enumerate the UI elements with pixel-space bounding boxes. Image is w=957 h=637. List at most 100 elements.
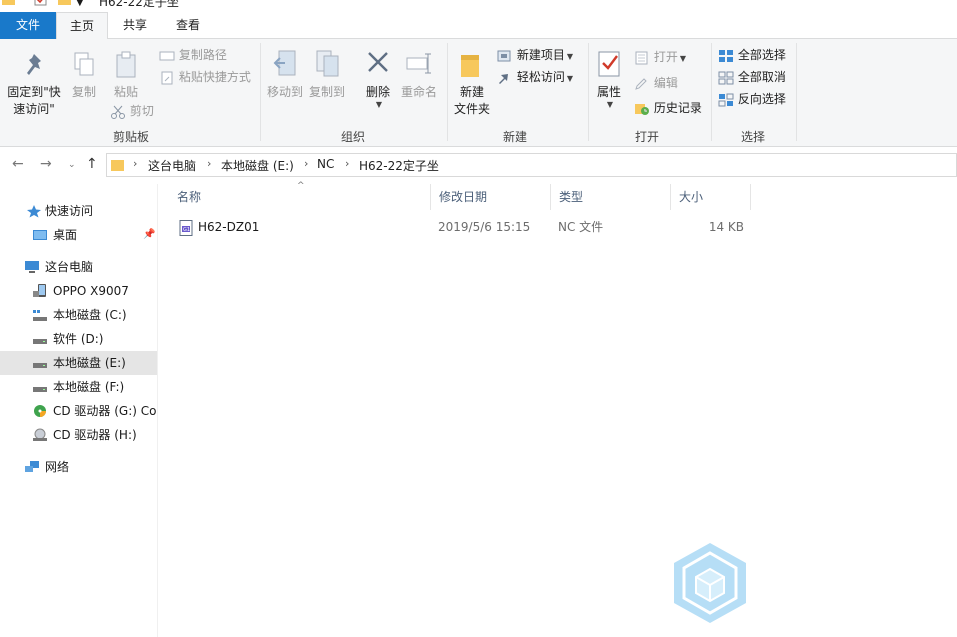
pin-icon[interactable]: 📌 — [143, 223, 155, 247]
properties-quick-icon[interactable] — [34, 0, 48, 9]
copy-path-label: 复制路径 — [178, 48, 227, 62]
back-arrow-icon[interactable]: ← — [12, 156, 24, 172]
properties-button[interactable]: 属性 ▼ — [592, 49, 626, 113]
new-item-button[interactable]: 新建项目 ▼ — [497, 45, 573, 65]
cut-label: 剪切 — [129, 104, 154, 118]
breadcrumb-separator-icon: › — [133, 157, 138, 170]
select-all-button[interactable]: 全部选择 — [718, 45, 786, 65]
sidebar-item-network[interactable]: 网络 — [0, 455, 157, 479]
invert-selection-icon — [718, 93, 734, 106]
edit-icon — [635, 77, 647, 90]
sidebar-item-drive-f[interactable]: 本地磁盘 (F:) — [0, 375, 157, 399]
move-to-button[interactable]: 移动到 — [265, 49, 305, 101]
easy-access-label: 轻松访问 — [516, 70, 565, 84]
drive-icon — [33, 363, 47, 368]
group-label-clipboard: 剪贴板 — [112, 130, 149, 144]
file-name: H62-DZ01 — [198, 220, 260, 234]
paste-button[interactable]: 粘贴 — [110, 51, 142, 101]
select-none-button[interactable]: 全部取消 — [718, 67, 786, 87]
sidebar-item-oppo-x9007[interactable]: OPPO X9007 — [0, 279, 157, 303]
open-icon — [635, 51, 648, 64]
new-item-icon — [497, 50, 511, 61]
copy-to-button[interactable]: 复制到 — [307, 49, 347, 101]
sidebar-item-label: 本地磁盘 (E:) — [53, 356, 126, 370]
group-label-new: 新建 — [502, 130, 527, 144]
sidebar-item-desktop[interactable]: 桌面 📌 — [0, 223, 157, 247]
column-header-size[interactable]: 大小 — [671, 184, 751, 210]
tab-view[interactable]: 查看 — [162, 12, 214, 39]
address-bar[interactable]: › 这台电脑 › 本地磁盘 (E:) › NC › H62-22定子坐 — [106, 153, 957, 177]
move-to-label: 移动到 — [266, 85, 303, 99]
group-label-select: 选择 — [740, 130, 765, 144]
copy-to-icon — [316, 50, 339, 77]
paste-shortcut-icon — [161, 71, 173, 84]
breadcrumb-separator-icon: › — [304, 157, 309, 170]
phone-icon — [33, 284, 46, 297]
pin-label-line1: 固定到"快 — [7, 85, 61, 99]
cd-drive-icon — [33, 428, 47, 441]
new-folder-quick-icon[interactable] — [58, 0, 72, 9]
star-icon — [27, 205, 41, 218]
open-button[interactable]: 打开 ▼ — [634, 47, 686, 67]
ribbon-separator — [796, 43, 797, 141]
sidebar-item-label: 快速访问 — [45, 204, 94, 218]
chevron-down-icon: ▼ — [679, 54, 686, 63]
delete-button[interactable]: 删除 ▼ — [360, 49, 396, 113]
paste-shortcut-button[interactable]: 粘贴快捷方式 — [159, 67, 251, 87]
file-date: 2019/5/6 15:15 — [438, 220, 531, 234]
sidebar-item-label: CD 驱动器 (G:) Col — [53, 404, 157, 418]
invert-selection-label: 反向选择 — [737, 92, 786, 106]
sidebar-item-drive-e[interactable]: 本地磁盘 (E:) — [0, 351, 157, 375]
drive-icon — [33, 339, 47, 344]
sidebar-item-label: 桌面 — [53, 228, 78, 242]
rename-button[interactable]: 重命名 — [398, 49, 440, 101]
easy-access-button[interactable]: 轻松访问 ▼ — [497, 67, 573, 87]
paste-label: 粘贴 — [113, 85, 138, 99]
edit-button[interactable]: 编辑 — [634, 73, 678, 93]
history-label: 历史记录 — [653, 101, 702, 115]
tab-home[interactable]: 主页 — [56, 12, 108, 40]
scissors-icon — [111, 105, 125, 119]
copy-to-label: 复制到 — [308, 85, 345, 99]
svg-text:G1: G1 — [183, 227, 190, 233]
paste-shortcut-label: 粘贴快捷方式 — [178, 70, 251, 84]
breadcrumb-item-this-pc[interactable]: 这台电脑 — [148, 157, 196, 174]
file-list: ^ 名称 修改日期 类型 大小 G1 H62-DZ01 2019/5/6 15:… — [159, 181, 957, 637]
sidebar-item-cd-drive-h[interactable]: CD 驱动器 (H:) — [0, 423, 157, 447]
breadcrumb-item-drive-e[interactable]: 本地磁盘 (E:) — [221, 157, 294, 174]
ribbon: 固定到"快 速访问" 复制 粘贴 复制路径 粘贴快捷方式 剪切 剪贴板 移动到 … — [0, 39, 957, 147]
copy-path-button[interactable]: 复制路径 — [159, 45, 227, 65]
cube-logo-icon — [674, 543, 746, 623]
tab-share[interactable]: 共享 — [110, 12, 160, 39]
tab-file[interactable]: 文件 — [0, 12, 56, 39]
sidebar-item-label: 本地磁盘 (C:) — [53, 308, 127, 322]
copy-button[interactable]: 复制 — [68, 51, 100, 101]
breadcrumb-item-nc[interactable]: NC — [317, 157, 334, 171]
drive-icon — [33, 387, 47, 392]
properties-icon — [598, 51, 620, 77]
move-to-icon — [273, 50, 296, 76]
history-button[interactable]: 历史记录 — [634, 98, 702, 118]
sidebar-item-quick-access[interactable]: 快速访问 — [0, 199, 157, 223]
up-arrow-icon[interactable]: ↑ — [86, 156, 98, 172]
quick-access-dropdown-icon[interactable]: ▼ — [76, 0, 84, 8]
sidebar-item-drive-d[interactable]: 软件 (D:) — [0, 327, 157, 351]
pin-to-quick-access-button[interactable]: 固定到"快 速访问" — [4, 51, 64, 118]
new-folder-button[interactable]: 新建 文件夹 — [451, 49, 493, 118]
breadcrumb-item-current-folder[interactable]: H62-22定子坐 — [359, 157, 439, 174]
window-title: H62-22定子坐 — [99, 0, 179, 9]
sidebar-item-label: OPPO X9007 — [53, 284, 129, 298]
column-header-date[interactable]: 修改日期 — [431, 184, 551, 210]
cut-button[interactable]: 剪切 — [110, 101, 154, 121]
column-header-type[interactable]: 类型 — [551, 184, 671, 210]
chevron-down-icon: ▼ — [566, 52, 573, 61]
forward-arrow-icon[interactable]: → — [40, 156, 52, 172]
recent-locations-chevron-icon[interactable]: ⌄ — [68, 160, 76, 170]
column-header-name[interactable]: 名称 — [169, 184, 431, 210]
sidebar-item-drive-c[interactable]: 本地磁盘 (C:) — [0, 303, 157, 327]
copy-path-icon — [159, 51, 175, 60]
invert-selection-button[interactable]: 反向选择 — [718, 89, 786, 109]
sidebar-item-cd-drive-g[interactable]: CD 驱动器 (G:) Col — [0, 399, 157, 423]
copy-icon — [74, 52, 94, 76]
sidebar-item-this-pc[interactable]: 这台电脑 — [0, 255, 157, 279]
